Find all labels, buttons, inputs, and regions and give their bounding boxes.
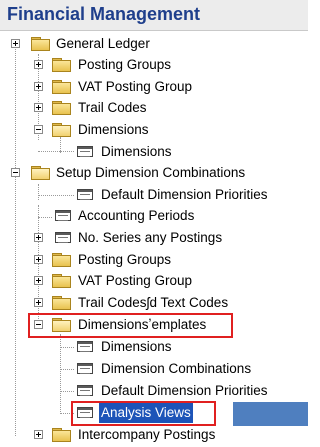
- tree-item-label: VAT Posting Group: [78, 273, 193, 288]
- form-icon: [77, 363, 93, 374]
- tree-item-label: Posting Groups: [78, 252, 172, 267]
- open-folder-icon: [31, 166, 50, 180]
- tree-item-label: Dimensions: [101, 339, 172, 354]
- tree-item-label: Dimension Combinations: [101, 361, 252, 376]
- expand-icon[interactable]: [34, 60, 43, 69]
- highlight-box: [28, 313, 233, 338]
- tree-item-label: Trail Codesʃd Text Codes: [78, 295, 229, 310]
- folder-icon: [52, 428, 71, 442]
- expand-icon[interactable]: [34, 82, 43, 91]
- tree-item-label: Setup Dimension Combinations: [56, 165, 246, 180]
- expand-icon[interactable]: [34, 298, 43, 307]
- tree-item-no-series[interactable]: No. Series any Postings: [0, 227, 308, 249]
- tree-item-intercompany-postings[interactable]: Intercompany Postings: [0, 424, 308, 446]
- tree-item-dimension-combinations[interactable]: Dimension Combinations: [0, 358, 308, 380]
- tree-item-setup[interactable]: Setup Dimension Combinations: [0, 162, 308, 184]
- form-icon: [55, 210, 71, 221]
- tree-item-dimensions[interactable]: Dimensions: [0, 141, 308, 163]
- tree-item-label: Default Dimension Priorities: [101, 187, 268, 202]
- expand-icon[interactable]: [34, 276, 43, 285]
- tree-item-trail-codes[interactable]: Trail Codesʃd Text Codes: [0, 292, 308, 314]
- tree-item-trail-codes[interactable]: Trail Codes: [0, 97, 308, 119]
- form-icon: [77, 189, 93, 200]
- form-icon: [77, 146, 93, 157]
- expand-icon[interactable]: [34, 430, 43, 439]
- tree-item-label: Dimensions: [101, 144, 172, 159]
- tree-item-label: General Ledger: [56, 36, 150, 51]
- folder-icon: [52, 253, 71, 267]
- tree-item-vat-posting-group[interactable]: VAT Posting Group: [0, 270, 308, 292]
- collapse-icon[interactable]: [11, 168, 20, 177]
- tree-item-label: Dimensions: [78, 122, 149, 137]
- tree-item-default-dimension-priorities[interactable]: Default Dimension Priorities: [0, 184, 308, 206]
- tree-item-vat-posting-group[interactable]: VAT Posting Group: [0, 76, 308, 98]
- blue-bar: [233, 402, 308, 426]
- form-icon: [55, 232, 71, 243]
- tree-item-posting-groups[interactable]: Posting Groups: [0, 54, 308, 76]
- tree-item-label: No. Series any Postings: [78, 230, 223, 245]
- tree-item-label: Intercompany Postings: [78, 427, 216, 442]
- form-icon: [77, 341, 93, 352]
- tree-item-accounting-periods[interactable]: Accounting Periods: [0, 205, 308, 227]
- tree-item-general-ledger[interactable]: General Ledger: [0, 33, 308, 55]
- collapse-icon[interactable]: [34, 125, 43, 134]
- expand-icon[interactable]: [34, 103, 43, 112]
- tree-item-label: Default Dimension Priorities: [101, 383, 268, 398]
- folder-icon: [52, 80, 71, 94]
- expand-icon[interactable]: [34, 255, 43, 264]
- open-folder-icon: [52, 123, 71, 137]
- header: Financial Management: [0, 0, 308, 31]
- tree-item-label: Accounting Periods: [78, 208, 195, 223]
- folder-icon: [52, 274, 71, 288]
- tree-item-dimensions[interactable]: Dimensions: [0, 336, 308, 358]
- folder-icon: [52, 296, 71, 310]
- folder-icon: [52, 101, 71, 115]
- expand-icon[interactable]: [34, 233, 43, 242]
- expand-icon[interactable]: [11, 39, 20, 48]
- tree-item-posting-groups[interactable]: Posting Groups: [0, 249, 308, 271]
- tree-item-label: Trail Codes: [78, 100, 147, 115]
- folder-icon: [31, 37, 50, 51]
- tree-item-label: Posting Groups: [78, 57, 172, 72]
- highlight-box: [71, 401, 216, 426]
- tree-item-dimensions-folder[interactable]: Dimensions: [0, 119, 308, 141]
- navigation-tree: General Ledger Posting Groups VAT Postin…: [0, 0, 308, 447]
- folder-icon: [52, 58, 71, 72]
- tree-item-default-dimension-priorities[interactable]: Default Dimension Priorities: [0, 380, 308, 402]
- form-icon: [77, 385, 93, 396]
- page-title: Financial Management: [7, 4, 201, 24]
- tree-item-label: VAT Posting Group: [78, 79, 193, 94]
